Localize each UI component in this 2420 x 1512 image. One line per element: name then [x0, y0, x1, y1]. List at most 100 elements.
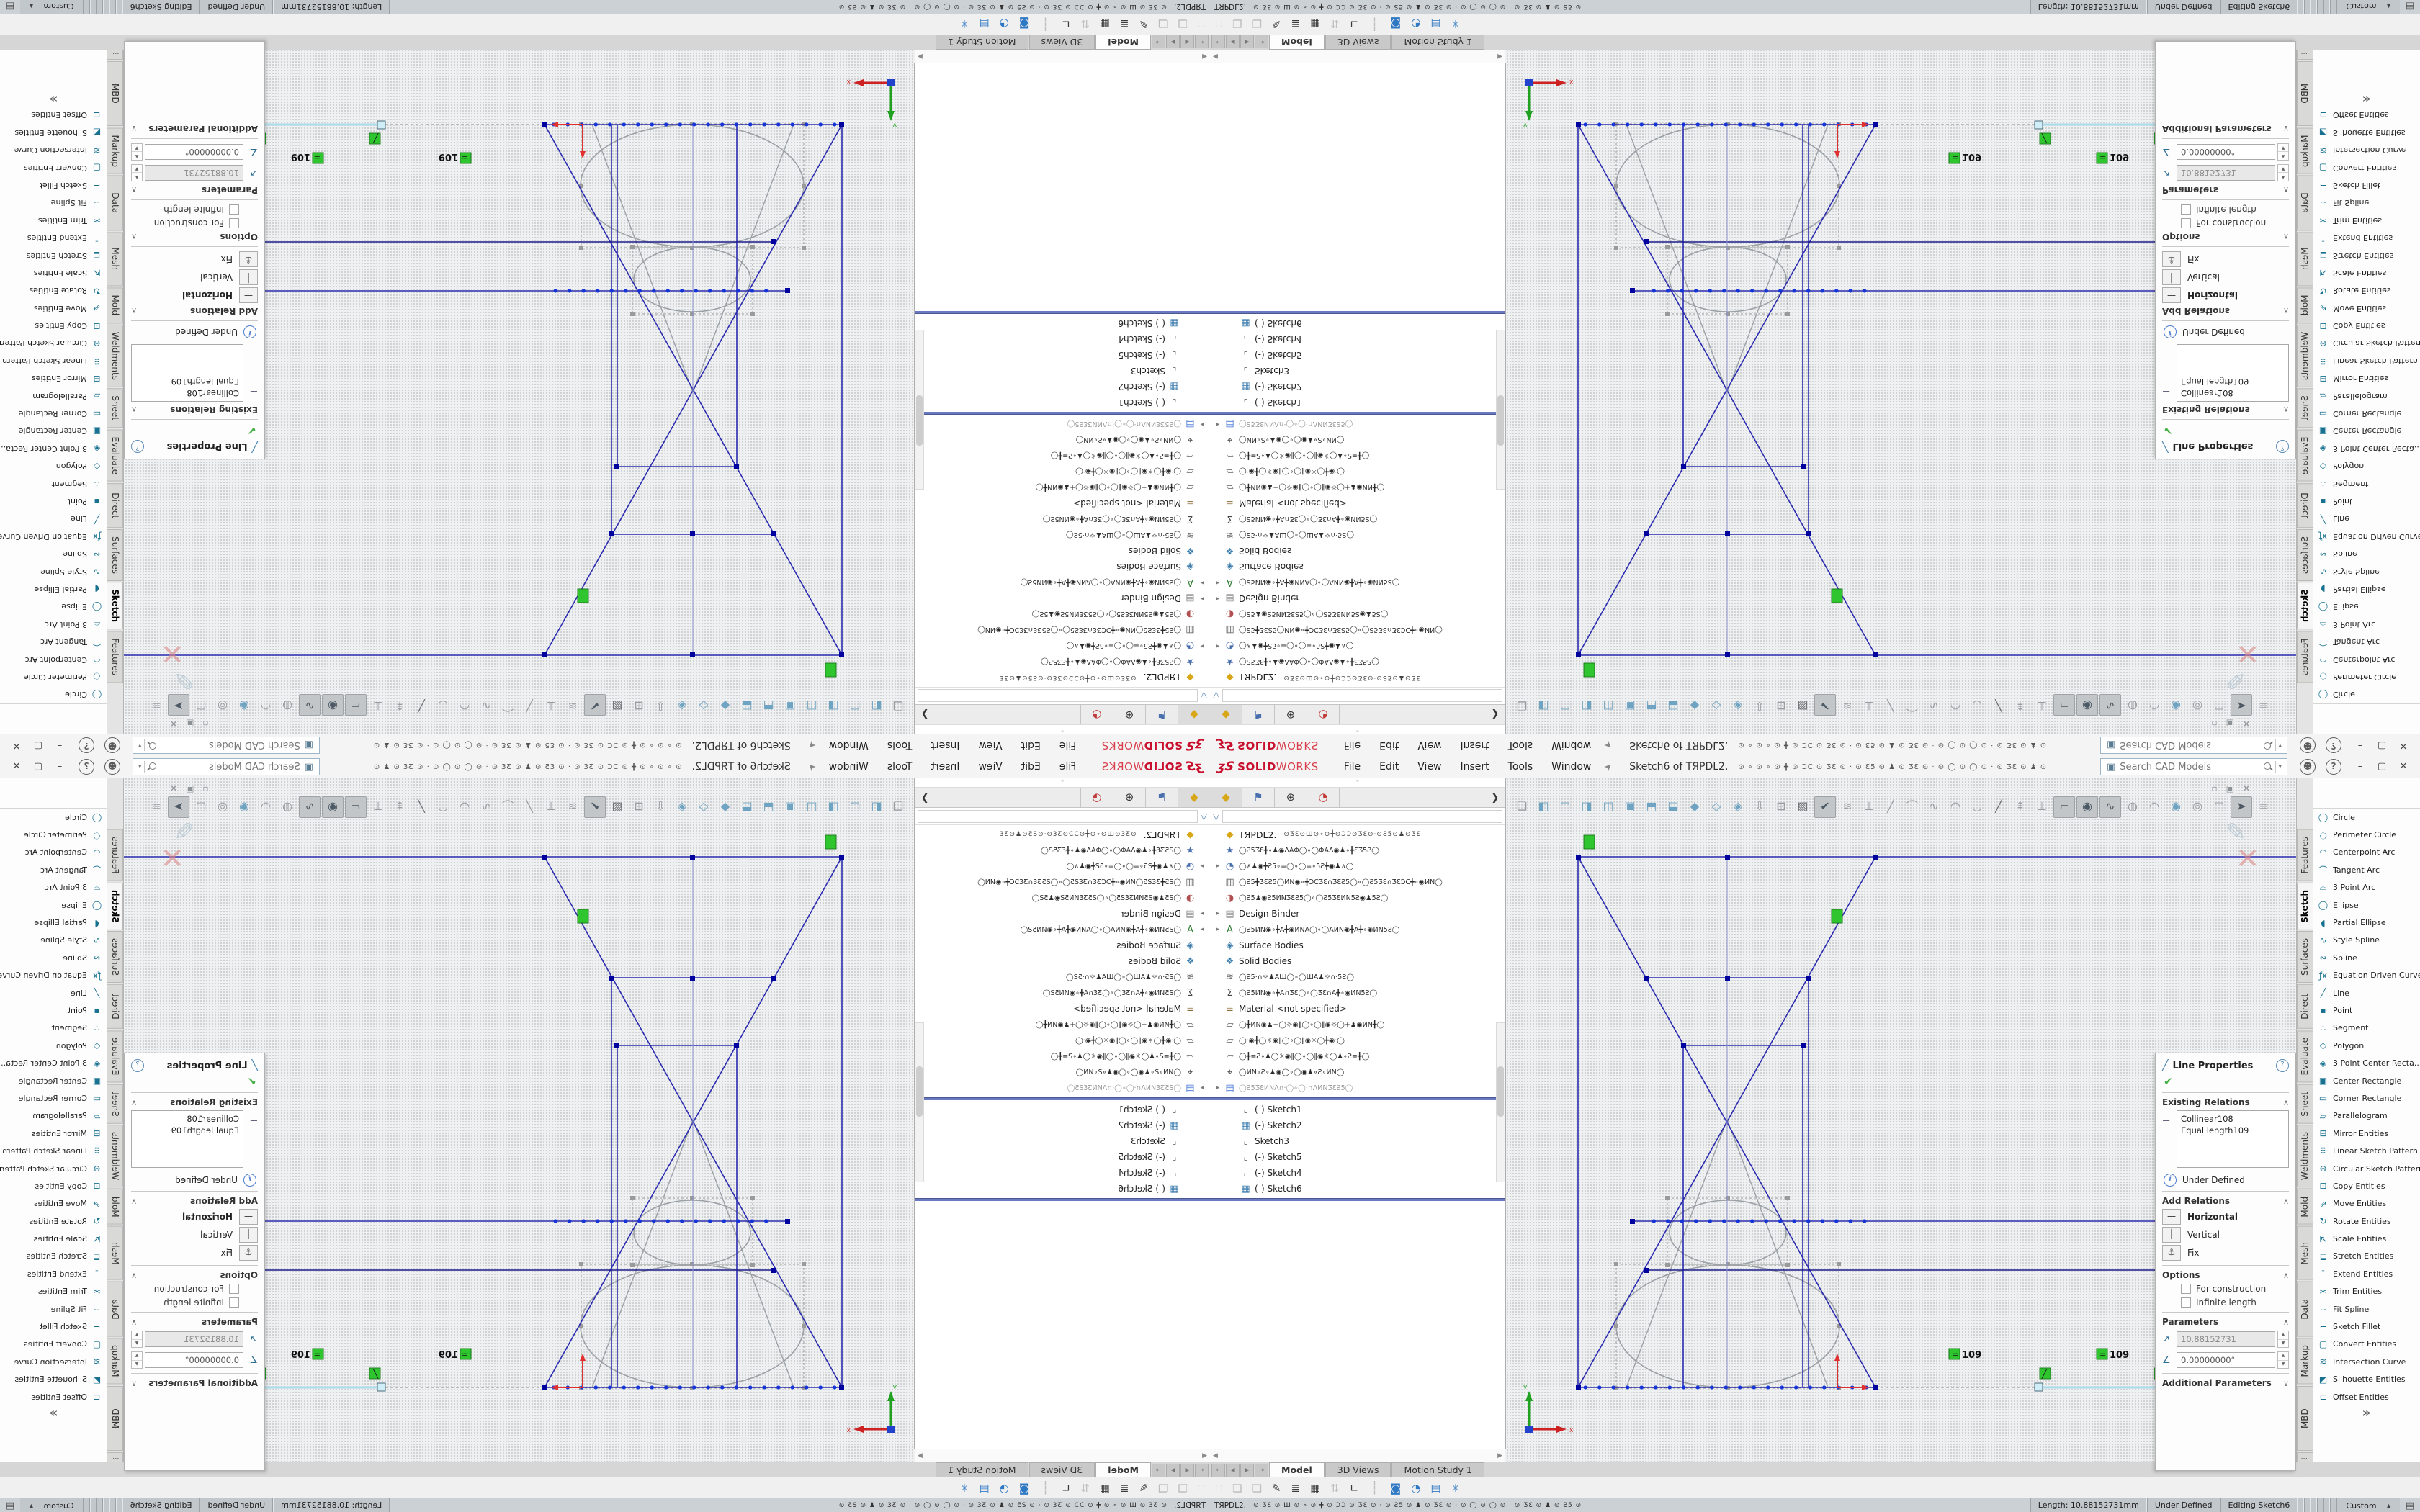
close-button[interactable]: ✕: [6, 735, 27, 755]
command-manager-tab[interactable]: Weldments: [107, 1125, 123, 1187]
vertical-relation-label[interactable]: Vertical: [2187, 272, 2220, 282]
collapse-icon[interactable]: ∧: [2283, 1197, 2289, 1206]
command-manager-tab[interactable]: MBD Dimensions: [2297, 1386, 2313, 1451]
menu-item[interactable]: Edit: [1370, 757, 1408, 778]
doc-window-button[interactable]: ✕: [2243, 783, 2250, 793]
tool-item[interactable]: ⊛ Circular Sketch Pattern: [0, 1160, 107, 1177]
toolbar-icon[interactable]: ◈: [1728, 796, 1748, 816]
vertical-relation-label[interactable]: Vertical: [200, 272, 233, 282]
toolbar-icon[interactable]: ◫: [1598, 696, 1618, 716]
feature-manager-tab[interactable]: ◆: [1178, 788, 1210, 807]
tool-item[interactable]: ▣ Center Rectangle: [2313, 1072, 2420, 1089]
toolbar-icon[interactable]: ∿: [299, 694, 321, 716]
exit-sketch-icon[interactable]: ✎: [174, 665, 195, 694]
tool-item[interactable]: ◈ 3 Point Center Recta...: [0, 1054, 107, 1071]
tool-item[interactable]: ▱ Parallelogram: [0, 1107, 107, 1125]
tool-item[interactable]: ◠ Centerpoint Arc: [0, 844, 107, 861]
toolbar-icon[interactable]: ◉: [2166, 796, 2186, 816]
motion-toolbar-icon[interactable]: ◙: [1391, 18, 1402, 31]
command-manager-tab[interactable]: Data Migration: [2297, 1282, 2313, 1337]
toolbar-icon[interactable]: ╱: [411, 796, 431, 816]
tab-nav-icon[interactable]: ⇤: [1195, 35, 1209, 48]
command-manager-tab[interactable]: Sketch: [2297, 883, 2313, 930]
dimension-badges[interactable]: = 109 = 109 ╱ ▨ 3: [1949, 1349, 2173, 1380]
sheet-icon[interactable]: ▤: [0, 1, 20, 12]
feature-manager-tab[interactable]: ◔: [1307, 788, 1340, 807]
toolbar-icon[interactable]: ▧: [607, 796, 627, 816]
maximize-button[interactable]: ▢: [27, 757, 49, 777]
command-manager-tab[interactable]: Weldments: [2297, 1125, 2313, 1187]
tree-item[interactable]: ▥ ◯Ƨ5╋ƷƐƧ5◯ИN◉∘╋ƆCƷƐ∩ƷƐƧ5◯∘◯Ƨ5ƷƐ∩ƷƐƆC╋∘◉…: [1210, 622, 1505, 638]
tool-item[interactable]: ⊺ Extend Entities: [2313, 229, 2420, 246]
panel-help-icon[interactable]: ?: [131, 440, 144, 453]
tool-item[interactable]: ▭ Corner Rectangle: [0, 405, 107, 422]
toolbar-icon[interactable]: ➤: [2231, 796, 2252, 818]
tree-item[interactable]: ◆ TЯPDL2. ⊙ƷƐ⊙Ш⊙∘⊙╋⊙ƆƆ⊙ƷƐ⊙·⊙Ƨ5⊙♟⊙ƷƐ: [1210, 670, 1505, 685]
collapse-icon[interactable]: ∧: [131, 405, 137, 415]
angle-spinner[interactable]: ▲▼: [131, 143, 143, 161]
horizontal-relation-label[interactable]: Horizontal: [182, 1212, 233, 1222]
toolbar-icon[interactable]: ▣: [780, 796, 800, 816]
dimension-badges[interactable]: = 109 = 109 ╱ ▨ 3: [247, 132, 471, 163]
command-manager-tab[interactable]: Markup: [2297, 1338, 2313, 1384]
menu-item[interactable]: Insert: [921, 735, 969, 756]
toolbar-icon[interactable]: ◆: [1685, 696, 1705, 716]
collapse-icon[interactable]: ∧: [2283, 1271, 2289, 1280]
command-manager-tab[interactable]: Surfaces: [2297, 529, 2313, 581]
dimension-badges[interactable]: = 109 = 109 ╱ ▨ 3: [247, 1349, 471, 1380]
motion-toolbar-icon[interactable]: ✳: [960, 1482, 969, 1495]
tool-item[interactable]: ◌ Perimeter Circle: [2313, 826, 2420, 843]
command-manager-tab[interactable]: Weldments: [2297, 325, 2313, 387]
maximize-button[interactable]: ▢: [27, 735, 49, 755]
tree-item[interactable]: ⌞ Sketch3: [1210, 363, 1505, 379]
toolbar-icon[interactable]: ◎: [2187, 796, 2208, 816]
tool-item[interactable]: ≋ Intersection Curve: [2313, 1353, 2420, 1370]
gray-line[interactable]: [693, 1120, 794, 1387]
feature-manager-tab[interactable]: ⚑: [1145, 705, 1178, 724]
command-manager-tab[interactable]: Mold Tools: [107, 1189, 123, 1225]
tool-item[interactable]: ⌣ Fit Spline: [2313, 1300, 2420, 1318]
doc-window-button[interactable]: ▣: [186, 783, 194, 793]
scroll-right-icon[interactable]: ▶: [1494, 53, 1505, 60]
tree-item[interactable]: ★ ◯Ƨ5ƷƐ╋∘♟◉ΛΑΦ◯∘◯ΦΑΛ◉♟∘╋ƐƷ5Ƨ◯: [1210, 654, 1505, 670]
toolbar-icon[interactable]: ⌐: [345, 694, 367, 716]
fix-relation-icon[interactable]: ⚓: [239, 251, 258, 267]
toolbar-icon[interactable]: ❏: [1512, 796, 1532, 816]
tree-item[interactable]: ▦ (-) Sketch2: [915, 379, 1210, 395]
motion-toolbar-icon[interactable]: ▤: [980, 18, 990, 31]
toolbar-icon[interactable]: ∿: [476, 796, 496, 816]
tree-item[interactable]: ▱ ◯╋ИN◉♟+◯☼◉∥◯∘◯∥◉☼◯+♟◉ИN╋◯: [915, 1017, 1210, 1032]
feature-manager-tab[interactable]: ⚑: [1145, 788, 1178, 807]
menu-item[interactable]: Tools: [1499, 735, 1543, 756]
toolbar-icon[interactable]: ▢: [191, 796, 211, 816]
command-manager-tab[interactable]: Mesh Modeling: [2297, 232, 2313, 286]
tree-item[interactable]: ▸ A ◯Ƨ5ИN◉∘╋Α╋◉ИNΑ◯∘◯ΑИN◉╋Α╋∘◉ИN5Ƨ◯: [915, 922, 1210, 937]
gray-line[interactable]: [1626, 1120, 1727, 1387]
tree-item[interactable]: Σ ◯Ƨ5ИN◉∘╋Α∩ƷƐ◯∘◯ƷƐ∩Α╋∘◉ИN5Ƨ◯: [915, 985, 1210, 1001]
feature-manager-tab[interactable]: ⊕: [1113, 788, 1145, 807]
tool-item[interactable]: ƒx Equation Driven Curve: [0, 528, 107, 545]
angle-spinner[interactable]: ▲▼: [2277, 1351, 2289, 1369]
toolbar-icon[interactable]: ◆: [715, 796, 735, 816]
dimension-badges[interactable]: = 109 = 109 ╱ ▨ 3: [1949, 132, 2173, 163]
tool-item[interactable]: ◈ 3 Point Center Recta...: [2313, 1054, 2420, 1071]
tree-item[interactable]: ⌞ Sketch3: [1210, 1133, 1505, 1149]
tree-scrollbar[interactable]: [915, 1022, 924, 1182]
tree-item[interactable]: Σ ◯Ƨ5ИN◉∘╋Α∩ƷƐ◯∘◯ƷƐ∩Α╋∘◉ИN5Ƨ◯: [1210, 511, 1505, 527]
toolbar-icon[interactable]: ▧: [1793, 696, 1813, 716]
gray-line[interactable]: [592, 1120, 693, 1387]
expand-icon[interactable]: ∨: [131, 125, 137, 134]
toolbar-icon[interactable]: ≋: [1837, 696, 1857, 716]
document-tab[interactable]: 3D Views: [1325, 1462, 1392, 1477]
expand-arrow-icon[interactable]: ▸: [1197, 910, 1207, 917]
motion-toolbar-icon[interactable]: ✳: [960, 18, 969, 31]
selected-endpoint[interactable]: [377, 1383, 385, 1391]
toolbar-icon[interactable]: ⇞: [2010, 696, 2030, 716]
tool-item[interactable]: ⠿ Linear Sketch Pattern: [0, 1142, 107, 1159]
tab-nav-icon[interactable]: ⇥: [1152, 35, 1165, 48]
tree-item[interactable]: ▸ ▤ Design Binder: [915, 906, 1210, 922]
tree-item[interactable]: [1210, 1198, 1505, 1201]
tool-item[interactable]: ▣ Center Rectangle: [0, 1072, 107, 1089]
tool-item[interactable]: ∿ Style Spline: [0, 932, 107, 949]
vertical-relation-icon[interactable]: │: [239, 269, 258, 285]
